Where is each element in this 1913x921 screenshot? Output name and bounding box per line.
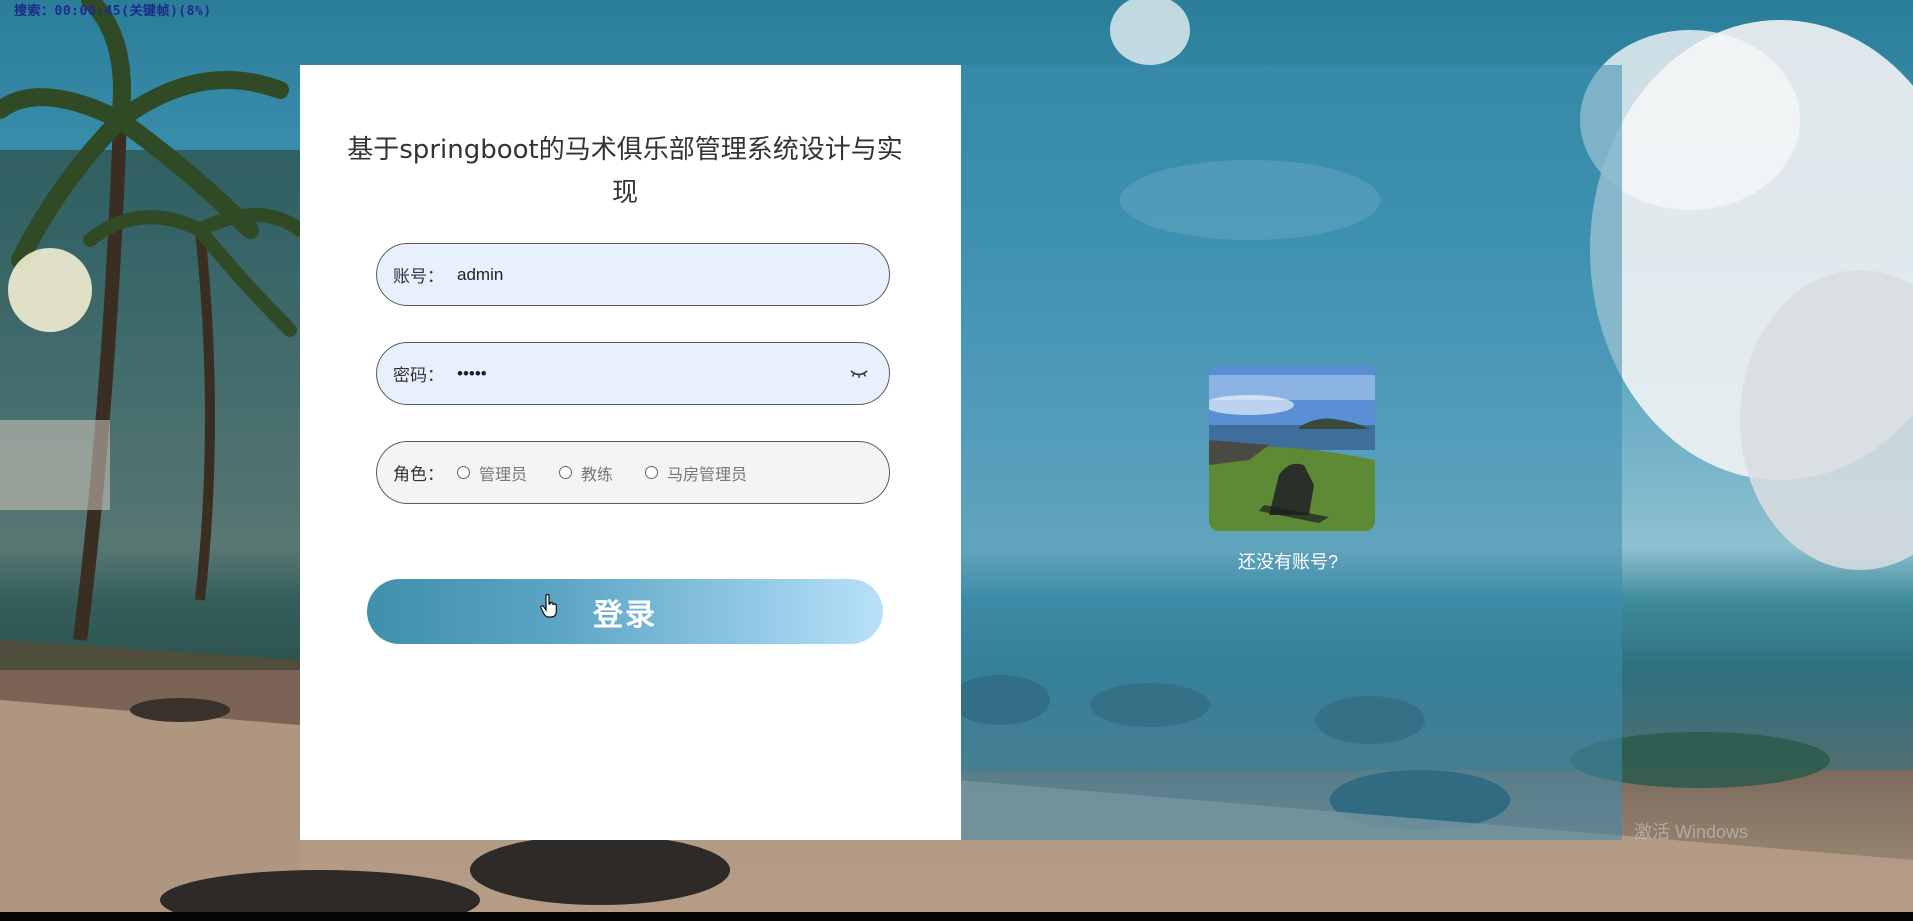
- account-field[interactable]: 账号：: [376, 243, 890, 306]
- windows-activation-watermark: 激活 Windows: [1634, 822, 1749, 842]
- avatar-image: [1209, 365, 1375, 531]
- role-field: 角色： 管理员 教练 马房管理员: [376, 441, 890, 504]
- account-input[interactable]: [457, 264, 837, 285]
- role-label: 角色：: [393, 465, 444, 484]
- screen-recorder-overlay: 搜索：00:00:45(关键帧)(8%): [14, 4, 212, 19]
- login-button[interactable]: 登录: [367, 579, 883, 644]
- radio-circle-icon[interactable]: [457, 466, 470, 479]
- password-field[interactable]: 密码： •••••: [376, 342, 890, 405]
- password-input[interactable]: •••••: [457, 364, 837, 384]
- hand-cursor-icon: [540, 594, 557, 618]
- role-option-label: 管理员: [479, 466, 528, 484]
- page-title: 基于springboot的马术俱乐部管理系统设计与实现: [347, 135, 903, 208]
- account-label: 账号：: [393, 267, 444, 286]
- screen-bottom-strip: [0, 912, 1913, 921]
- eye-closed-icon[interactable]: [849, 365, 869, 381]
- password-label: 密码：: [393, 366, 444, 385]
- role-option-admin[interactable]: 管理员: [457, 461, 527, 485]
- role-option-coach[interactable]: 教练: [559, 461, 613, 485]
- login-card: 基于springboot的马术俱乐部管理系统设计与实现 账号： 密码： ••••…: [300, 65, 961, 840]
- role-option-label: 马房管理员: [667, 466, 748, 484]
- role-option-label: 教练: [581, 466, 614, 484]
- radio-circle-icon[interactable]: [645, 466, 659, 479]
- role-option-stable-manager[interactable]: 马房管理员: [645, 461, 747, 485]
- radio-circle-icon[interactable]: [559, 466, 573, 479]
- register-link[interactable]: 还没有账号?: [1200, 548, 1376, 574]
